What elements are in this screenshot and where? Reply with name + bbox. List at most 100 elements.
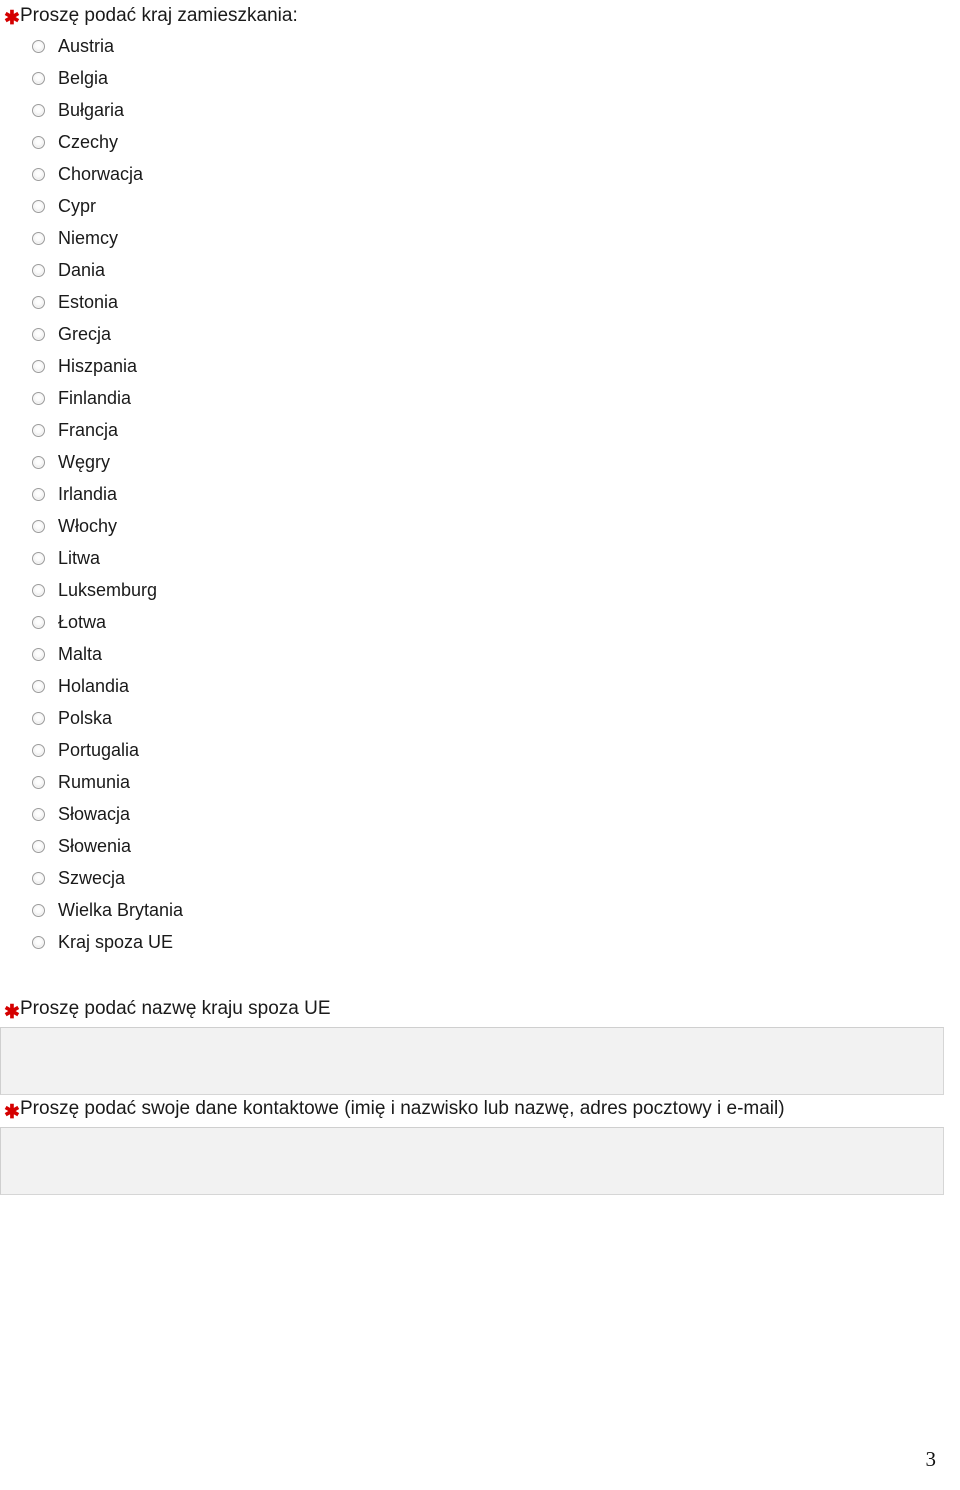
non-eu-country-label-text: Proszę podać nazwę kraju spoza UE [20,998,331,1019]
country-option[interactable]: Belgia [0,62,183,94]
country-option-label: Chorwacja [58,164,144,184]
country-option[interactable]: Francja [0,414,183,446]
radio-button-icon[interactable] [32,615,45,629]
country-option-label: Portugalia [58,740,140,760]
radio-button-icon[interactable] [32,935,45,949]
country-option[interactable]: Łotwa [0,606,183,638]
country-option-label: Łotwa [58,612,107,632]
non-eu-country-label: ✱ Proszę podać nazwę kraju spoza UE [0,998,960,1023]
country-option-label: Finlandia [58,388,132,408]
non-eu-country-block: ✱ Proszę podać nazwę kraju spoza UE [0,998,960,1095]
required-asterisk-icon: ✱ [4,1002,20,1023]
country-question-text: Proszę podać kraj zamieszkania: [20,5,298,26]
required-asterisk-icon: ✱ [4,8,20,29]
country-radio-group[interactable]: Austria Belgia Bułgaria Czechy Chorwacja Cypr… [0,30,183,958]
country-option[interactable]: Austria [0,30,183,62]
country-option[interactable]: Dania [0,254,183,286]
country-question-block: ✱ Proszę podać kraj zamieszkania: [0,4,960,28]
contact-details-input[interactable] [0,1127,944,1195]
country-option-label: Słowenia [58,836,132,856]
country-option-label: Szwecja [58,868,126,888]
radio-button-icon[interactable] [32,391,45,405]
country-option[interactable]: Cypr [0,190,183,222]
radio-button-icon[interactable] [32,839,45,853]
radio-button-icon[interactable] [32,455,45,469]
country-option-label: Włochy [58,516,118,536]
country-option[interactable]: Wielka Brytania [0,894,183,926]
country-option-label: Hiszpania [58,356,138,376]
country-option-label: Polska [58,708,113,728]
contact-details-block: ✱ Proszę podać swoje dane kontaktowe (im… [0,1098,960,1195]
radio-button-icon[interactable] [32,711,45,725]
radio-button-icon[interactable] [32,103,45,117]
country-option[interactable]: Niemcy [0,222,183,254]
radio-button-icon[interactable] [32,263,45,277]
radio-button-icon[interactable] [32,423,45,437]
radio-button-icon[interactable] [32,487,45,501]
country-option[interactable]: Portugalia [0,734,183,766]
form-page: ✱ Proszę podać kraj zamieszkania: Austri… [0,0,960,1490]
country-option-label: Francja [58,420,119,440]
country-option-label: Grecja [58,324,112,344]
country-question-label: ✱ Proszę podać kraj zamieszkania: [0,4,960,28]
country-option[interactable]: Finlandia [0,382,183,414]
radio-button-icon[interactable] [32,583,45,597]
country-option[interactable]: Hiszpania [0,350,183,382]
radio-button-icon[interactable] [32,199,45,213]
required-asterisk-icon: ✱ [4,1102,20,1123]
country-option-label: Litwa [58,548,101,568]
radio-button-icon[interactable] [32,71,45,85]
country-option[interactable]: Czechy [0,126,183,158]
country-option-label: Węgry [58,452,111,472]
country-option-label: Niemcy [58,228,119,248]
radio-button-icon[interactable] [32,135,45,149]
country-option[interactable]: Irlandia [0,478,183,510]
country-option-label: Słowacja [58,804,131,824]
non-eu-country-input[interactable] [0,1027,944,1095]
country-option[interactable]: Węgry [0,446,183,478]
country-option[interactable]: Holandia [0,670,183,702]
radio-button-icon[interactable] [32,167,45,181]
contact-details-label-text: Proszę podać swoje dane kontaktowe (imię… [20,1098,785,1119]
country-option[interactable]: Estonia [0,286,183,318]
radio-button-icon[interactable] [32,295,45,309]
radio-button-icon[interactable] [32,519,45,533]
radio-button-icon[interactable] [32,647,45,661]
country-option[interactable]: Szwecja [0,862,183,894]
country-option[interactable]: Rumunia [0,766,183,798]
country-option-label: Czechy [58,132,119,152]
country-option[interactable]: Polska [0,702,183,734]
country-option-label: Belgia [58,68,109,88]
radio-button-icon[interactable] [32,359,45,373]
country-option[interactable]: Litwa [0,542,183,574]
country-option-label: Rumunia [58,772,131,792]
country-option-label: Kraj spoza UE [58,932,174,952]
country-option[interactable]: Chorwacja [0,158,183,190]
country-option-label: Dania [58,260,106,280]
radio-button-icon[interactable] [32,807,45,821]
country-option-label: Irlandia [58,484,118,504]
country-option[interactable]: Bułgaria [0,94,183,126]
radio-button-icon[interactable] [32,871,45,885]
radio-button-icon[interactable] [32,743,45,757]
country-option-label: Malta [58,644,103,664]
radio-button-icon[interactable] [32,775,45,789]
country-option[interactable]: Kraj spoza UE [0,926,183,958]
country-option[interactable]: Słowacja [0,798,183,830]
country-option-label: Luksemburg [58,580,158,600]
radio-button-icon[interactable] [32,679,45,693]
country-option-label: Holandia [58,676,130,696]
country-option-label: Austria [58,36,115,56]
radio-button-icon[interactable] [32,903,45,917]
radio-button-icon[interactable] [32,231,45,245]
country-option[interactable]: Luksemburg [0,574,183,606]
radio-button-icon[interactable] [32,39,45,53]
radio-button-icon[interactable] [32,327,45,341]
radio-button-icon[interactable] [32,551,45,565]
country-option-label: Cypr [58,196,97,216]
country-option[interactable]: Słowenia [0,830,183,862]
country-option[interactable]: Grecja [0,318,183,350]
country-option[interactable]: Malta [0,638,183,670]
country-option-label: Bułgaria [58,100,125,120]
country-option[interactable]: Włochy [0,510,183,542]
